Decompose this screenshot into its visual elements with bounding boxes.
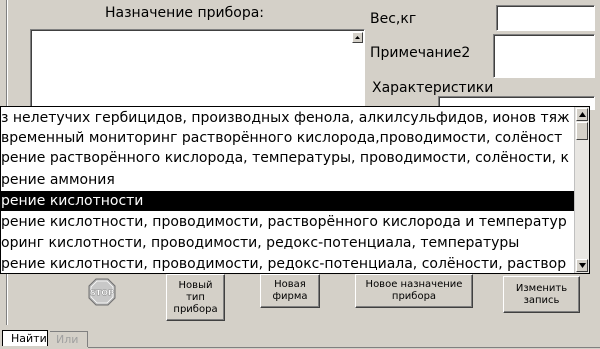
tab-baseline	[88, 347, 600, 348]
arrow-up-icon	[578, 112, 586, 117]
svg-text:STOP: STOP	[90, 289, 114, 298]
new-type-button[interactable]: Новый тип прибора	[166, 274, 225, 321]
dropdown-item[interactable]: рение растворённого кислорода, температу…	[1, 148, 575, 168]
purpose-scroll-up-button[interactable]	[352, 32, 363, 43]
characteristics-label: Характеристики	[372, 80, 494, 96]
dropdown-item-selected[interactable]: рение кислотности	[1, 191, 575, 211]
dropdown-item[interactable]: оринг кислотности, проводимости, редокс-…	[1, 233, 575, 253]
stop-button[interactable]: STOP	[88, 278, 116, 306]
tab-find[interactable]: Найти	[2, 330, 48, 346]
edit-record-button[interactable]: Изменить запись	[503, 276, 580, 313]
arrow-down-icon	[578, 263, 586, 268]
dropdown-item[interactable]: рение кислотности, проводимости, раствор…	[1, 212, 575, 232]
scroll-down-button[interactable]	[576, 259, 588, 272]
stop-icon: STOP	[88, 278, 116, 306]
note2-field[interactable]	[493, 34, 595, 78]
dropdown-item[interactable]: рение аммония	[1, 170, 575, 190]
dropdown-item[interactable]: з нелетучих гербицидов, производных фено…	[1, 108, 575, 128]
purpose-label: Назначение прибора:	[105, 5, 265, 21]
dropdown-vertical-scrollbar[interactable]	[574, 107, 589, 273]
weight-field[interactable]	[496, 5, 595, 31]
scroll-up-button[interactable]	[576, 108, 588, 121]
dropdown-item[interactable]: рение кислотности, проводимости, редокс-…	[1, 254, 575, 273]
tab-other[interactable]: Или	[50, 331, 88, 347]
purpose-dropdown-list[interactable]: з нелетучих гербицидов, производных фено…	[0, 106, 590, 274]
new-purpose-button[interactable]: Новое назначение прибора	[355, 274, 473, 308]
note2-label: Примечание2	[370, 45, 471, 61]
scroll-thumb[interactable]	[576, 122, 588, 140]
dropdown-item[interactable]: временный мониторинг растворённого кисло…	[1, 128, 575, 148]
new-firm-button[interactable]: Новая фирма	[260, 274, 320, 308]
scroll-up-icon	[355, 36, 360, 39]
purpose-field[interactable]	[30, 29, 365, 113]
weight-label: Вес,кг	[370, 11, 417, 27]
